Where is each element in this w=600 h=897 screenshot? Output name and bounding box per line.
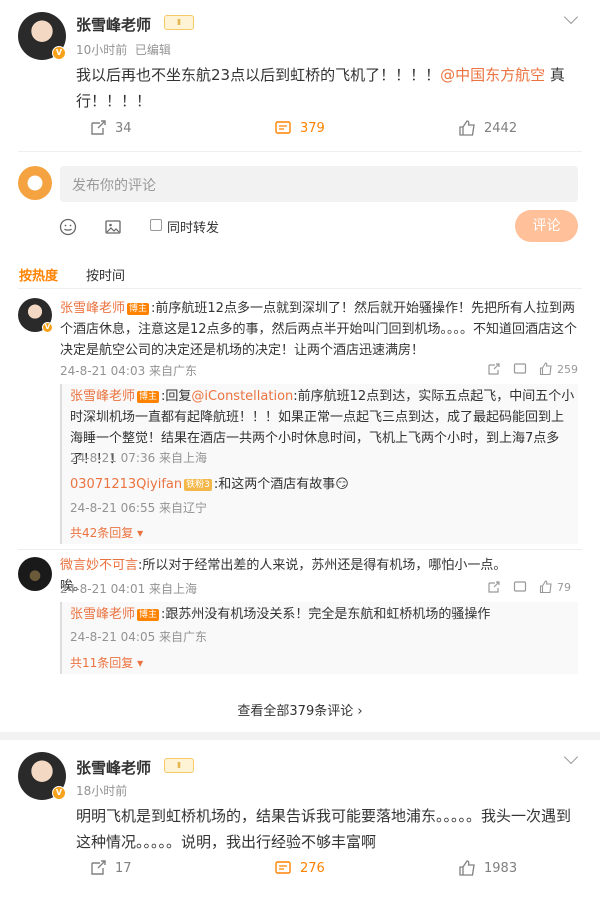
verified-badge: V [42, 322, 53, 333]
blogger-tag: 博主 [137, 391, 160, 403]
reply-meta: 24-8-21 07:36 来自上海 [70, 451, 208, 465]
comment-icon [275, 861, 291, 874]
post-meta: 10小时前 已编辑 [76, 41, 171, 58]
comment-button[interactable]: 379 [274, 119, 325, 137]
share-icon [488, 363, 500, 375]
comment-share-button[interactable] [487, 362, 501, 376]
thumbs-up-icon [539, 580, 552, 594]
more-replies-link[interactable]: 共11条回复 ▾ [70, 654, 143, 671]
thumbs-up-icon [539, 362, 552, 376]
verified-badge: V [52, 786, 66, 800]
author-name[interactable]: 张雪峰老师 [76, 14, 151, 35]
repost-button[interactable]: 34 [89, 119, 132, 137]
tab-sort-hot[interactable]: 按热度 [19, 265, 58, 284]
share-icon [488, 581, 500, 593]
like-button[interactable]: 2442 [458, 119, 517, 137]
comment-share-button[interactable] [487, 580, 501, 594]
repost-button[interactable]: 17 [89, 859, 132, 877]
comment-icon [275, 121, 291, 134]
repost-checkbox[interactable] [150, 219, 162, 231]
reply-text: 张雪峰老师 博主:跟苏州没有机场没关系！完全是东航和虹桥机场的骚操作 [70, 607, 491, 622]
repost-icon [91, 860, 106, 875]
comment-input[interactable]: 发布你的评论 [60, 166, 578, 202]
thumbs-up-icon [459, 120, 475, 136]
reply-text: 03071213Qiyifan 铁粉3:和这两个酒店有故事😏 [70, 477, 349, 492]
reply-author[interactable]: 张雪峰老师 [70, 607, 135, 622]
image-icon[interactable] [104, 218, 122, 236]
reply-author[interactable]: 03071213Qiyifan [70, 477, 182, 492]
post-text: 明明飞机是到虹桥机场的，结果告诉我可能要落地浦东。。。。。我头一次遇到这种情况。… [76, 807, 572, 851]
comment-like-button[interactable]: 259 [539, 362, 578, 376]
edited-label: 已编辑 [134, 43, 171, 57]
divider [18, 288, 582, 289]
divider [18, 549, 582, 550]
see-all-comments-link[interactable]: 查看全部379条评论 › [0, 700, 600, 719]
comment-reply-button[interactable] [513, 580, 527, 594]
fan-tag: 铁粉3 [184, 479, 212, 491]
comment-meta: 24-8-21 04:01 来自上海 [60, 582, 198, 596]
my-avatar[interactable] [18, 166, 52, 200]
commenter-avatar[interactable] [18, 557, 52, 591]
comment-meta: 24-8-21 04:03 来自广东 [60, 364, 198, 378]
emoji-icon[interactable] [59, 218, 77, 236]
repost-checkbox-label: 同时转发 [167, 221, 220, 236]
tab-sort-time[interactable]: 按时间 [86, 265, 125, 284]
reply-meta: 24-8-21 04:05 来自广东 [70, 630, 208, 644]
verified-badge: V [52, 46, 66, 60]
post-text: 我以后再也不坐东航23点以后到虹桥的飞机了！！！！@中国东方航空 真行！！！！ [76, 66, 565, 110]
comment-icon [513, 363, 527, 374]
commenter-name[interactable]: 张雪峰老师 [60, 301, 125, 316]
post-time: 10小时前 [76, 43, 128, 57]
mention-link[interactable]: @iConstellation [191, 389, 293, 404]
divider [18, 151, 582, 152]
section-divider [0, 732, 600, 740]
reply-thread: 张雪峰老师 博主:跟苏州没有机场没关系！完全是东航和虹桥机场的骚操作 24-8-2… [60, 602, 578, 674]
reply-meta: 24-8-21 06:55 来自辽宁 [70, 501, 208, 515]
submit-comment-button[interactable]: 评论 [515, 210, 578, 242]
comment-icon [513, 581, 527, 592]
comment-button[interactable]: 276 [274, 859, 325, 877]
author-name[interactable]: 张雪峰老师 [76, 757, 151, 778]
more-replies-link[interactable]: 共42条回复 ▾ [70, 524, 143, 541]
repost-icon [91, 120, 106, 135]
crown-badge-icon: Ⅱ [164, 15, 194, 30]
blogger-tag: 博主 [137, 609, 160, 621]
comment-reply-button[interactable] [513, 362, 527, 376]
chevron-down-icon[interactable] [563, 749, 579, 765]
reply-author[interactable]: 张雪峰老师 [70, 389, 135, 404]
thumbs-up-icon [459, 860, 475, 876]
chevron-down-icon[interactable] [563, 9, 579, 25]
crown-badge-icon: Ⅱ [164, 758, 194, 773]
blogger-tag: 博主 [127, 303, 150, 315]
comment-text: 张雪峰老师 博主:前序航班12点多一点就到深圳了！然后就开始骚操作！先把所有人拉到… [60, 301, 578, 358]
reply-thread: 张雪峰老师 博主:回复@iConstellation:前序航班12点到达，实际五点… [60, 384, 578, 544]
post-time: 18小时前 [76, 784, 128, 798]
commenter-name[interactable]: 微言妙不可言 [60, 558, 138, 573]
comment-like-button[interactable]: 79 [539, 580, 571, 594]
smirk-emoji: 😏 [335, 477, 349, 492]
like-button[interactable]: 1983 [458, 859, 517, 877]
mention-link[interactable]: @中国东方航空 [440, 66, 545, 84]
